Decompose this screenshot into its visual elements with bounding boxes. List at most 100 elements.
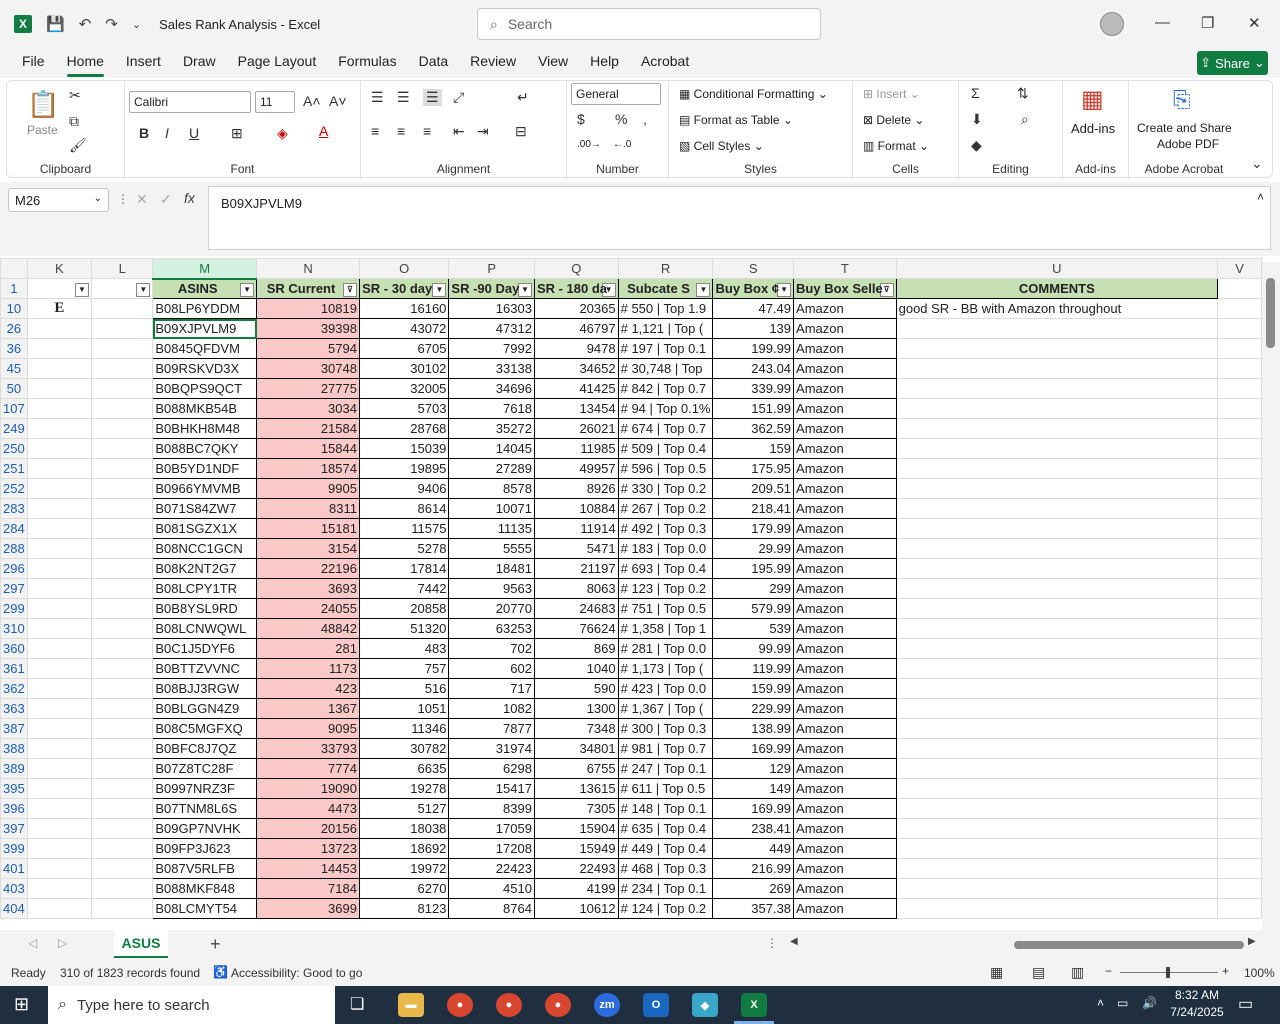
- cell-comments[interactable]: [895, 578, 1219, 599]
- cell-sr-90[interactable]: 63253: [448, 618, 535, 639]
- cell-l[interactable]: [90, 858, 154, 879]
- redo-icon[interactable]: ↷: [105, 15, 118, 33]
- paste-button[interactable]: Paste: [27, 123, 58, 137]
- cell-sr-30[interactable]: 16160: [358, 298, 450, 319]
- cell-l[interactable]: [90, 518, 154, 539]
- cell-sr-current[interactable]: 48842: [256, 618, 360, 639]
- cell-subcategory-rank[interactable]: # 550 | Top 1.9: [617, 298, 714, 319]
- cell-subcategory-rank[interactable]: # 30,748 | Top: [617, 358, 714, 379]
- name-box[interactable]: M26 ⌄: [8, 188, 109, 212]
- cell-comments[interactable]: [895, 818, 1219, 839]
- tab-acrobat[interactable]: Acrobat: [641, 53, 689, 73]
- wrap-text-icon[interactable]: ↵: [517, 89, 529, 106]
- cell-asin[interactable]: B0997NRZ3F: [152, 778, 258, 799]
- column-title-asins[interactable]: ▼ ASINS: [152, 278, 258, 299]
- outlook-icon[interactable]: O: [643, 993, 669, 1017]
- cell-k[interactable]: [26, 518, 92, 539]
- row-header[interactable]: 296: [0, 558, 28, 579]
- cell-v[interactable]: [1217, 698, 1262, 719]
- cell-asin[interactable]: B0BHKH8M48: [152, 418, 258, 439]
- close-icon[interactable]: ✕: [1248, 14, 1261, 32]
- cell-sr-30[interactable]: 11346: [358, 718, 450, 739]
- cell-sr-90[interactable]: 8399: [448, 798, 535, 819]
- bold-icon[interactable]: B: [139, 125, 149, 141]
- cell-asin[interactable]: B08LP6YDDM: [152, 298, 258, 319]
- cell-k[interactable]: [26, 558, 92, 579]
- addins-icon[interactable]: ▦: [1081, 85, 1104, 114]
- cell-subcategory-rank[interactable]: # 468 | Top 0.3: [617, 858, 714, 879]
- cell-subcategory-rank[interactable]: # 509 | Top 0.4: [617, 438, 714, 459]
- cell-buy-box-seller[interactable]: Amazon: [793, 858, 897, 879]
- filter-dropdown-icon[interactable]: ▼: [432, 282, 447, 297]
- vertical-scrollbar[interactable]: [1262, 262, 1280, 932]
- cell-sr-current[interactable]: 20156: [256, 818, 360, 839]
- cell-buy-box-price[interactable]: 449: [712, 838, 795, 859]
- cell-asin[interactable]: B0B5YD1NDF: [152, 458, 258, 479]
- cell-sr-30[interactable]: 5278: [358, 538, 450, 559]
- cell-buy-box-price[interactable]: 119.99: [712, 658, 795, 679]
- cell-k[interactable]: [26, 598, 92, 619]
- cell-v[interactable]: [1217, 758, 1262, 779]
- undo-icon[interactable]: ↶: [79, 15, 92, 33]
- cell-comments[interactable]: [895, 638, 1219, 659]
- cell-sr-30[interactable]: 15039: [358, 438, 450, 459]
- cell-buy-box-seller[interactable]: Amazon: [793, 318, 897, 339]
- row-header[interactable]: 397: [0, 818, 28, 839]
- cell-sr-180[interactable]: 9478: [533, 338, 619, 359]
- cell-buy-box-seller[interactable]: Amazon: [793, 698, 897, 719]
- column-header-q[interactable]: Q: [533, 258, 619, 279]
- row-header[interactable]: 10: [0, 298, 28, 319]
- cell-sr-180[interactable]: 21197: [533, 558, 619, 579]
- insert-cells-button[interactable]: ⊞ Insert ⌄: [863, 87, 920, 101]
- cell-k[interactable]: [26, 638, 92, 659]
- cell-buy-box-price[interactable]: 129: [712, 758, 795, 779]
- cell-k[interactable]: [26, 858, 92, 879]
- cell-buy-box-seller[interactable]: Amazon: [793, 458, 897, 479]
- cell-asin[interactable]: B08BJJ3RGW: [152, 678, 258, 699]
- cell-sr-current[interactable]: 7774: [256, 758, 360, 779]
- cell-asin[interactable]: B09FP3J623: [152, 838, 258, 859]
- cell-buy-box-seller[interactable]: Amazon: [793, 438, 897, 459]
- cell-comments[interactable]: [895, 538, 1219, 559]
- row-header[interactable]: 387: [0, 718, 28, 739]
- row-header[interactable]: 403: [0, 878, 28, 899]
- cell-buy-box-seller[interactable]: Amazon: [793, 598, 897, 619]
- column-header-t[interactable]: T: [793, 258, 897, 279]
- cell-buy-box-price[interactable]: 151.99: [712, 398, 795, 419]
- cell-comments[interactable]: [895, 518, 1219, 539]
- cell-buy-box-seller[interactable]: Amazon: [793, 418, 897, 439]
- cell-buy-box-price[interactable]: 99.99: [712, 638, 795, 659]
- restore-icon[interactable]: ❐: [1201, 14, 1214, 32]
- cell-sr-current[interactable]: 15844: [256, 438, 360, 459]
- row-header[interactable]: 283: [0, 498, 28, 519]
- cell-sr-180[interactable]: 22493: [533, 858, 619, 879]
- cell-buy-box-price[interactable]: 269: [712, 878, 795, 899]
- cell-sr-180[interactable]: 590: [533, 678, 619, 699]
- cell-sr-180[interactable]: 13615: [533, 778, 619, 799]
- row-header[interactable]: 396: [0, 798, 28, 819]
- cell-l[interactable]: [90, 538, 154, 559]
- row-header[interactable]: 50: [0, 378, 28, 399]
- cell-sr-90[interactable]: 702: [448, 638, 535, 659]
- column-header-u[interactable]: U: [895, 258, 1219, 279]
- row-header[interactable]: 288: [0, 538, 28, 559]
- cell-sr-90[interactable]: 7618: [448, 398, 535, 419]
- cell-v[interactable]: [1217, 418, 1262, 439]
- cell-k[interactable]: [26, 738, 92, 759]
- cell-subcategory-rank[interactable]: # 611 | Top 0.5: [617, 778, 714, 799]
- filter-dropdown-icon[interactable]: ▼: [517, 282, 532, 297]
- cell-comments[interactable]: [895, 678, 1219, 699]
- cancel-icon[interactable]: ✕: [136, 191, 148, 208]
- cell-buy-box-price[interactable]: 238.41: [712, 818, 795, 839]
- cell-k[interactable]: [26, 358, 92, 379]
- cell-sr-current[interactable]: 27775: [256, 378, 360, 399]
- cell-sr-current[interactable]: 3154: [256, 538, 360, 559]
- align-left-icon[interactable]: ≡: [371, 123, 379, 139]
- cell-buy-box-price[interactable]: 218.41: [712, 498, 795, 519]
- cell-v[interactable]: [1217, 898, 1262, 919]
- cell-l[interactable]: [90, 358, 154, 379]
- task-view-icon[interactable]: ❏: [350, 994, 364, 1014]
- cell-comments[interactable]: [895, 418, 1219, 439]
- cell-sr-current[interactable]: 1367: [256, 698, 360, 719]
- cell-l[interactable]: [90, 758, 154, 779]
